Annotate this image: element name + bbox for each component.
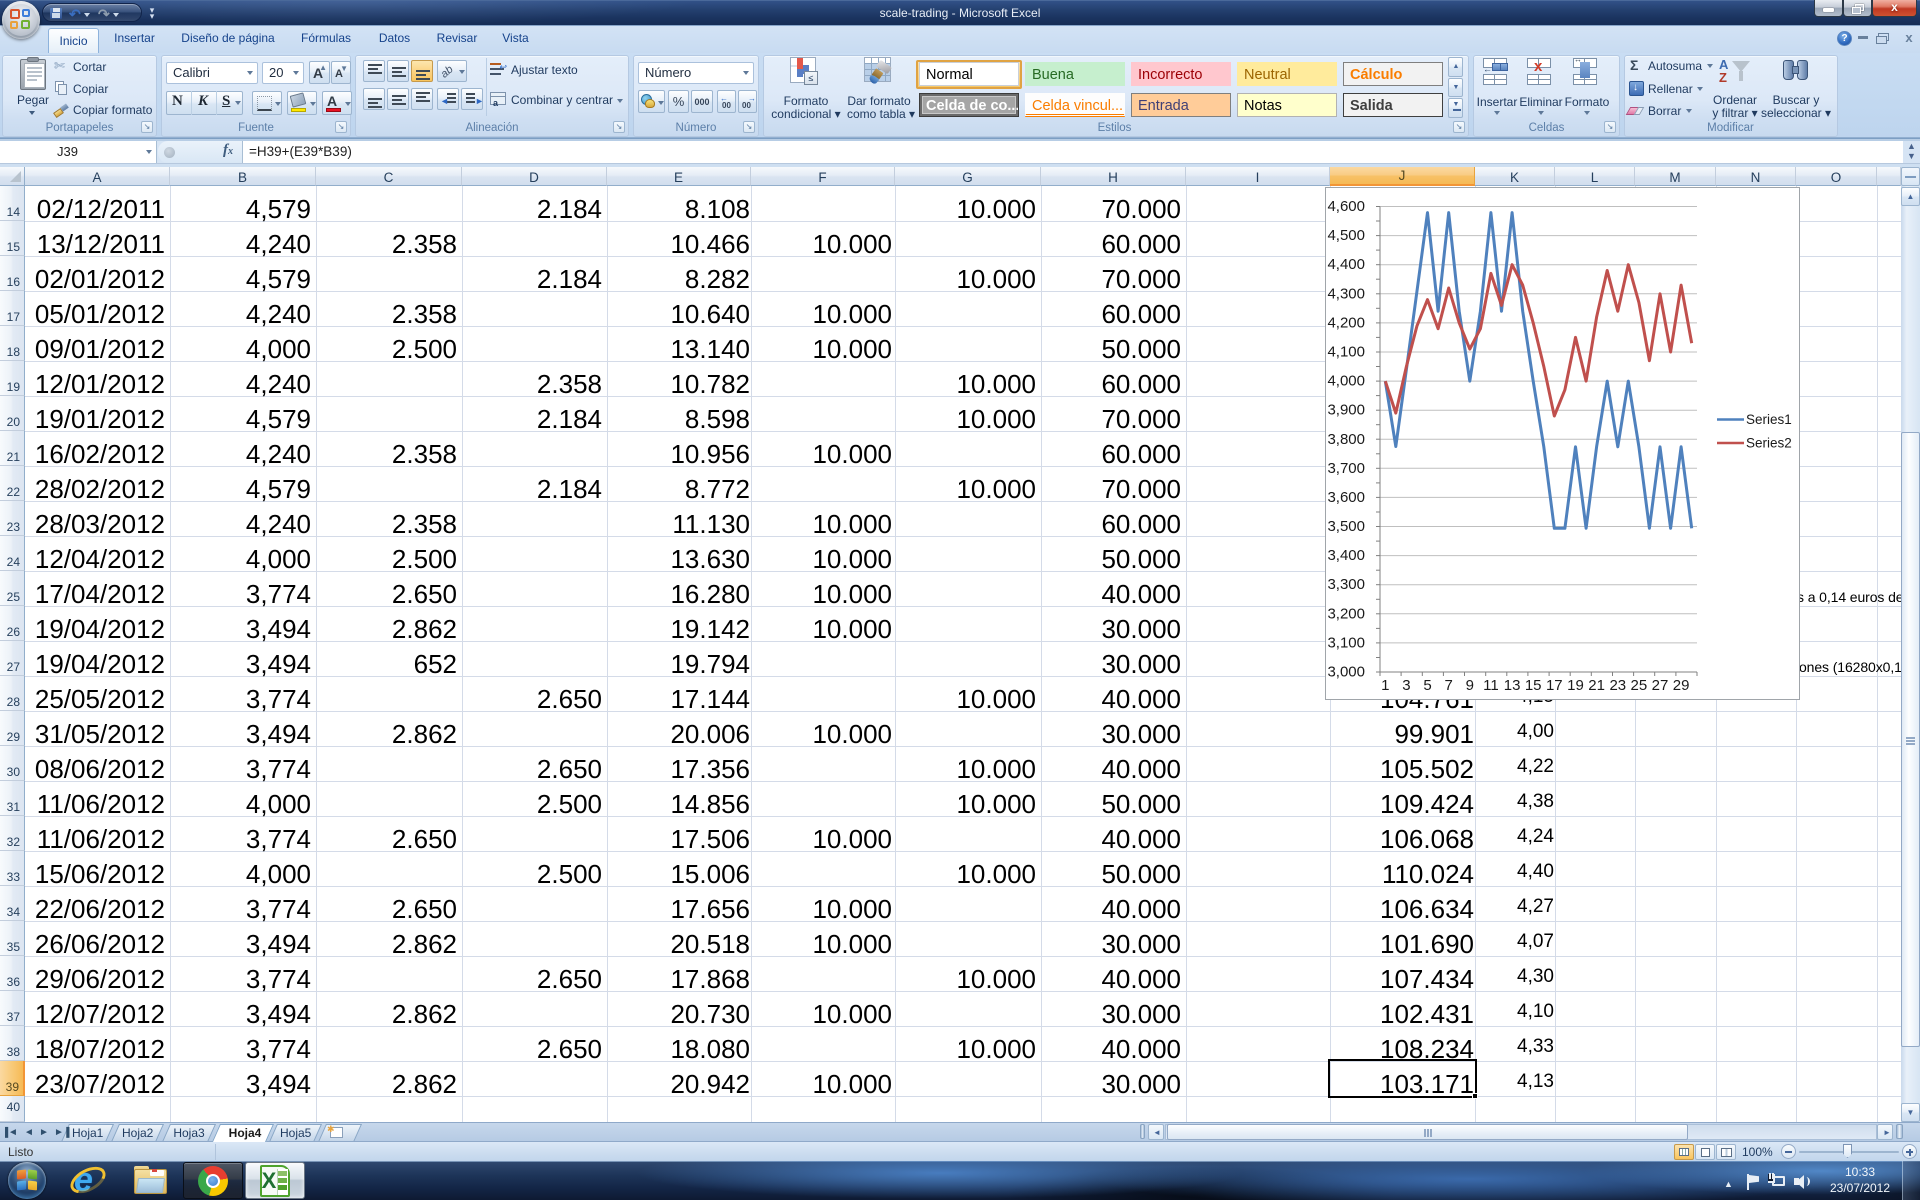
svg-text:3,400: 3,400 <box>1327 547 1365 564</box>
svg-text:25: 25 <box>1631 677 1648 694</box>
svg-text:4,100: 4,100 <box>1327 344 1365 361</box>
svg-text:Series2: Series2 <box>1746 436 1792 451</box>
svg-text:5: 5 <box>1423 677 1431 694</box>
svg-text:3,500: 3,500 <box>1327 518 1365 535</box>
svg-text:15: 15 <box>1525 677 1542 694</box>
svg-text:21: 21 <box>1588 677 1605 694</box>
svg-text:7: 7 <box>1445 677 1453 694</box>
svg-text:Series1: Series1 <box>1746 412 1792 427</box>
svg-text:3,100: 3,100 <box>1327 634 1365 651</box>
svg-text:3,800: 3,800 <box>1327 431 1365 448</box>
svg-text:3,600: 3,600 <box>1327 489 1365 506</box>
svg-text:3: 3 <box>1402 677 1410 694</box>
svg-text:4,400: 4,400 <box>1327 256 1365 273</box>
svg-text:1: 1 <box>1381 677 1389 694</box>
svg-text:3,700: 3,700 <box>1327 460 1365 477</box>
svg-text:19: 19 <box>1567 677 1584 694</box>
svg-text:17: 17 <box>1546 677 1563 694</box>
svg-text:23: 23 <box>1609 677 1626 694</box>
svg-text:3,200: 3,200 <box>1327 605 1365 622</box>
svg-text:3,000: 3,000 <box>1327 664 1365 681</box>
svg-text:27: 27 <box>1652 677 1669 694</box>
svg-text:3,900: 3,900 <box>1327 402 1365 419</box>
svg-text:3,300: 3,300 <box>1327 576 1365 593</box>
svg-text:11: 11 <box>1483 677 1499 694</box>
svg-text:4,300: 4,300 <box>1327 285 1365 302</box>
svg-text:4,000: 4,000 <box>1327 373 1365 390</box>
svg-text:13: 13 <box>1504 677 1521 694</box>
svg-text:9: 9 <box>1466 677 1474 694</box>
svg-text:4,600: 4,600 <box>1327 198 1365 215</box>
svg-text:4,500: 4,500 <box>1327 227 1365 244</box>
svg-text:29: 29 <box>1673 677 1690 694</box>
svg-text:4,200: 4,200 <box>1327 314 1365 331</box>
